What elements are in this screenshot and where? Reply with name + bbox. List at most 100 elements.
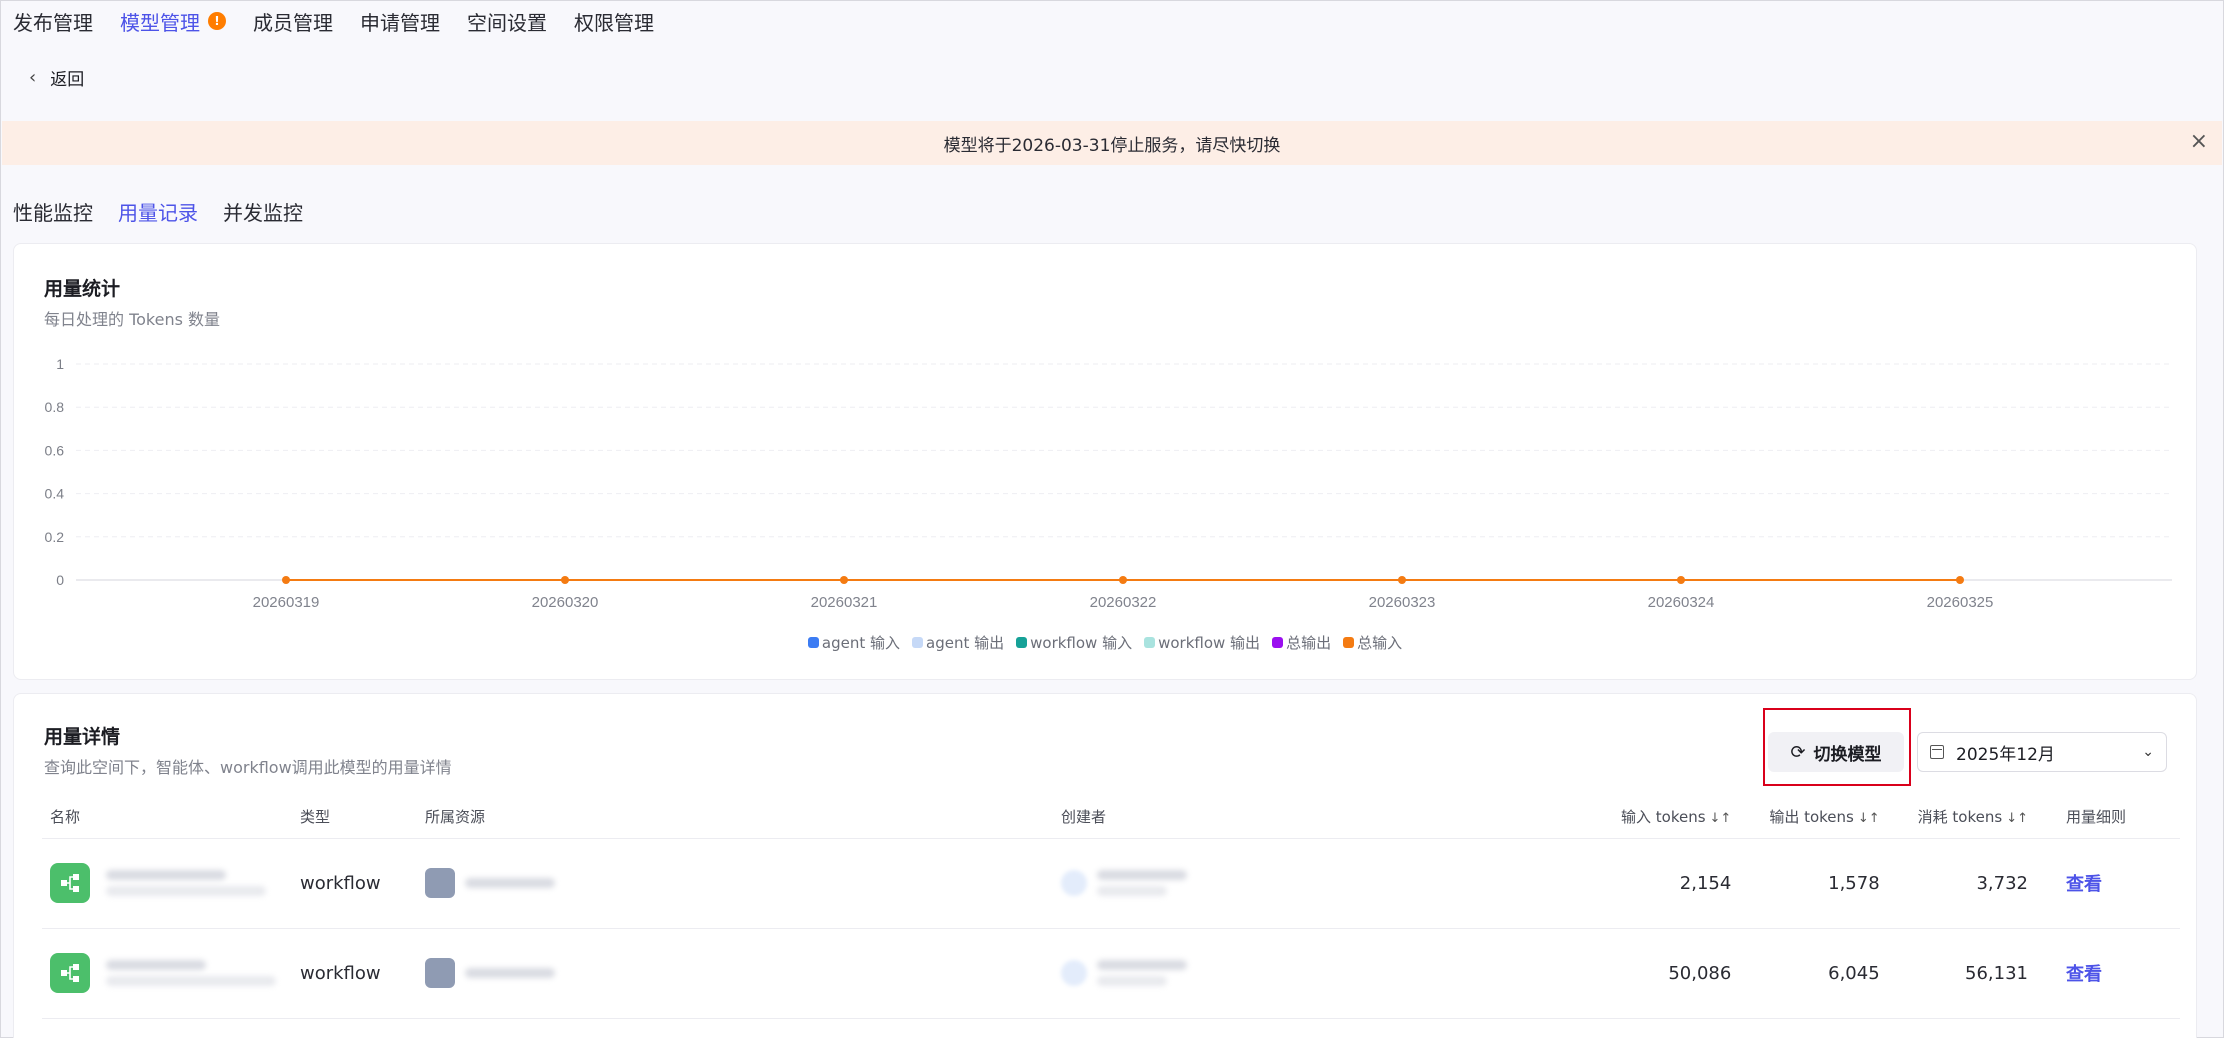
nav-item-label: 申请管理 (360, 10, 440, 35)
col-input-tokens-label: 输入 tokens (1621, 808, 1706, 827)
tab-performance[interactable]: 性能监控 (13, 197, 93, 226)
usage-stats-card: 用量统计 每日处理的 Tokens 数量 0 0.2 0.4 0.6 0.8 1 20260… (13, 243, 2197, 680)
data-point (1119, 576, 1127, 584)
y-tick-label: 0.8 (45, 399, 65, 415)
back-button[interactable]: ‹ 返回 (29, 65, 84, 90)
table-row: workflow 2,154 1,578 3,732 查看 (42, 838, 2180, 929)
month-select-value: 2025年12月 (1956, 744, 2055, 765)
x-tick-label: 20260324 (1648, 594, 1715, 611)
data-point (1956, 576, 1964, 584)
row-name-cell (42, 928, 292, 1019)
row-type: workflow (292, 838, 417, 929)
blurred-creator (1097, 954, 1187, 992)
nav-item-permissions[interactable]: 权限管理 (574, 7, 654, 36)
row-name-cell (42, 838, 292, 929)
tab-usage-records[interactable]: 用量记录 (118, 197, 198, 226)
nav-item-applications[interactable]: 申请管理 (360, 7, 440, 36)
row-detail-cell: 查看 (2057, 928, 2180, 1019)
resource-icon (425, 868, 455, 898)
legend-swatch (912, 637, 924, 648)
y-tick-label: 0.2 (45, 529, 65, 545)
legend-swatch (1343, 637, 1355, 648)
legend-label: workflow 输出 (1158, 634, 1261, 652)
row-input-tokens: 50,086 (1613, 928, 1762, 1019)
legend-item[interactable]: 总输出 (1272, 632, 1331, 653)
x-tick-label: 20260321 (811, 594, 878, 611)
tab-concurrency[interactable]: 并发监控 (223, 197, 303, 226)
back-label: 返回 (50, 70, 85, 90)
data-point (282, 576, 290, 584)
avatar (1061, 960, 1087, 986)
blurred-name (105, 954, 276, 992)
nav-item-publish[interactable]: 发布管理 (13, 7, 93, 36)
chevron-left-icon: ‹ (29, 67, 37, 88)
legend-item[interactable]: 总输入 (1343, 632, 1402, 653)
col-consumed-tokens[interactable]: 消耗 tokens ↓↑ (1909, 796, 2058, 839)
blurred-resource (465, 872, 555, 894)
nav-item-space-settings[interactable]: 空间设置 (467, 7, 547, 36)
data-point (840, 576, 848, 584)
blurred-resource (465, 962, 555, 984)
top-nav: 发布管理 模型管理! 成员管理 申请管理 空间设置 权限管理 (13, 5, 681, 37)
sort-icon: ↓↑ (1857, 811, 1880, 827)
banner-message: 模型将于2026-03-31停止服务，请尽快切换 (943, 135, 1281, 156)
nav-item-members[interactable]: 成员管理 (253, 7, 333, 36)
deprecation-banner: 模型将于2026-03-31停止服务，请尽快切换 × (2, 121, 2222, 165)
sort-icon: ↓↑ (2006, 811, 2028, 827)
table-header-row: 名称 类型 所属资源 创建者 输入 tokens ↓↑ 输出 tokens ↓↑ 消… (42, 796, 2180, 839)
table-row: workflow 50,086 6,045 56,131 查看 (42, 928, 2180, 1019)
blurred-creator (1097, 864, 1187, 902)
row-output-tokens: 1,578 (1761, 838, 1910, 929)
usage-detail-subtitle: 查询此空间下，智能体、workflow调用此模型的用量详情 (44, 758, 452, 777)
legend-swatch (1016, 637, 1028, 648)
usage-detail-title: 用量详情 (44, 726, 121, 748)
legend-item[interactable]: workflow 输出 (1144, 632, 1260, 653)
y-tick-label: 0.6 (45, 442, 65, 458)
month-select[interactable]: 2025年12月 ⌄ (1917, 732, 2167, 772)
legend-item[interactable]: workflow 输入 (1016, 632, 1132, 653)
usage-detail-card: 用量详情 查询此空间下，智能体、workflow调用此模型的用量详情 ⟳ 切换模… (13, 693, 2197, 1038)
legend-swatch (1144, 637, 1156, 648)
row-input-tokens: 2,154 (1613, 838, 1762, 929)
blurred-name (105, 864, 266, 902)
row-resource-cell (417, 838, 1053, 929)
sub-tabs: 性能监控 用量记录 并发监控 (13, 197, 328, 226)
x-tick-label: 20260322 (1090, 594, 1157, 611)
legend-item[interactable]: agent 输入 (807, 632, 900, 653)
nav-item-models[interactable]: 模型管理! (120, 7, 226, 36)
legend-item[interactable]: agent 输出 (912, 632, 1004, 653)
row-creator-cell (1053, 928, 1613, 1019)
row-type: workflow (292, 928, 417, 1019)
warning-badge-icon: ! (208, 12, 226, 30)
col-detail: 用量细则 (2057, 796, 2180, 839)
legend-label: 总输入 (1357, 634, 1403, 652)
x-tick-label: 20260319 (253, 594, 320, 611)
nav-item-label: 模型管理 (120, 10, 200, 35)
col-output-tokens[interactable]: 输出 tokens ↓↑ (1761, 796, 1910, 839)
workflow-icon (50, 953, 90, 993)
switch-model-button[interactable]: ⟳ 切换模型 (1768, 732, 1904, 772)
usage-line-chart: 0 0.2 0.4 0.6 0.8 1 20260319 20260320 20260321 20… (45, 356, 2172, 611)
col-creator: 创建者 (1053, 796, 1613, 839)
legend-label: agent 输出 (926, 634, 1005, 652)
avatar (1061, 870, 1087, 896)
row-output-tokens: 6,045 (1761, 928, 1910, 1019)
col-input-tokens[interactable]: 输入 tokens ↓↑ (1613, 796, 1762, 839)
col-name: 名称 (42, 796, 292, 839)
close-icon[interactable]: × (2190, 131, 2208, 153)
legend-swatch (807, 637, 819, 648)
row-creator-cell (1053, 838, 1613, 929)
row-detail-cell: 查看 (2057, 838, 2180, 929)
data-point (1677, 576, 1685, 584)
data-point (561, 576, 569, 584)
switch-model-label: 切换模型 (1813, 744, 1882, 765)
chevron-down-icon: ⌄ (2142, 744, 2154, 760)
view-link[interactable]: 查看 (2066, 874, 2102, 895)
col-type: 类型 (292, 796, 417, 839)
col-output-tokens-label: 输出 tokens (1769, 808, 1854, 827)
legend-swatch (1272, 637, 1284, 648)
view-link[interactable]: 查看 (2066, 964, 2102, 985)
nav-item-label: 发布管理 (13, 10, 93, 35)
sort-icon: ↓↑ (1709, 811, 1732, 827)
chart-legend: agent 输入 agent 输出 workflow 输入 workflow 输出 总输… (14, 632, 2196, 653)
